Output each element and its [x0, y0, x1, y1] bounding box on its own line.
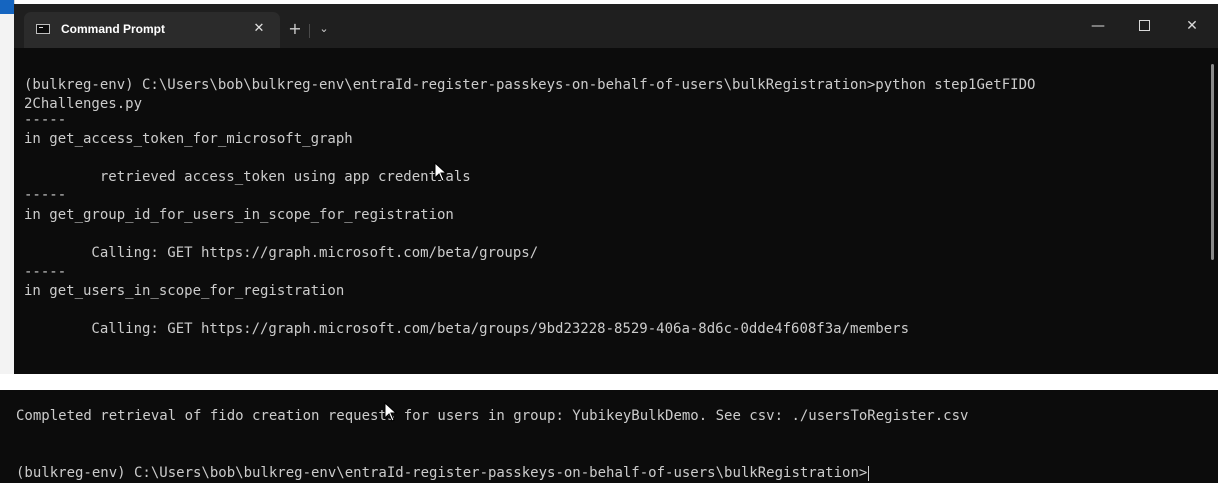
terminal-line: Calling: GET https://graph.microsoft.com… — [24, 245, 539, 261]
minimize-button[interactable]: — — [1078, 12, 1118, 40]
background-window-titlebar — [0, 0, 14, 14]
terminal-line: retrieved access_token using app credent… — [24, 169, 471, 185]
terminal-window: Command Prompt ✕ + ⌄ — ✕ (bulkreg-env) C… — [14, 4, 1218, 374]
prompt-text: (bulkreg-env) C:\Users\bob\bulkreg-env\e… — [16, 465, 868, 481]
maximize-icon — [1138, 19, 1150, 31]
tab-close-icon[interactable]: ✕ — [248, 18, 270, 40]
title-bar: Command Prompt ✕ + ⌄ — ✕ — [14, 4, 1218, 48]
screenshot-gap — [0, 374, 1218, 390]
terminal-line: in get_access_token_for_microsoft_graph — [24, 131, 353, 147]
terminal-line: ----- — [24, 264, 67, 280]
background-window-edge — [0, 0, 15, 374]
maximize-button[interactable] — [1124, 12, 1164, 40]
tab-separator — [309, 24, 310, 38]
terminal-line: ----- — [24, 187, 67, 203]
terminal-line: Calling: GET https://graph.microsoft.com… — [24, 321, 910, 337]
close-button[interactable]: ✕ — [1172, 12, 1212, 40]
terminal-line: in get_group_id_for_users_in_scope_for_r… — [24, 207, 454, 223]
command-prompt-line[interactable]: (bulkreg-env) C:\Users\bob\bulkreg-env\e… — [16, 464, 870, 483]
chevron-down-icon[interactable]: ⌄ — [314, 18, 334, 40]
tab-title: Command Prompt — [61, 22, 166, 36]
completion-message: Completed retrieval of fido creation req… — [16, 408, 969, 424]
new-tab-button[interactable]: + — [284, 18, 306, 40]
terminal-icon — [36, 24, 50, 34]
terminal-line: ----- — [24, 112, 67, 128]
terminal-output[interactable]: (bulkreg-env) C:\Users\bob\bulkreg-env\e… — [24, 76, 1198, 374]
text-caret — [868, 465, 870, 481]
terminal-line: in get_users_in_scope_for_registration — [24, 283, 345, 299]
terminal-line: (bulkreg-env) C:\Users\bob\bulkreg-env\e… — [24, 77, 1036, 93]
scrollbar[interactable] — [1211, 64, 1214, 260]
tab-command-prompt[interactable]: Command Prompt ✕ — [24, 12, 280, 48]
terminal-output-continued[interactable]: Completed retrieval of fido creation req… — [0, 390, 1218, 483]
